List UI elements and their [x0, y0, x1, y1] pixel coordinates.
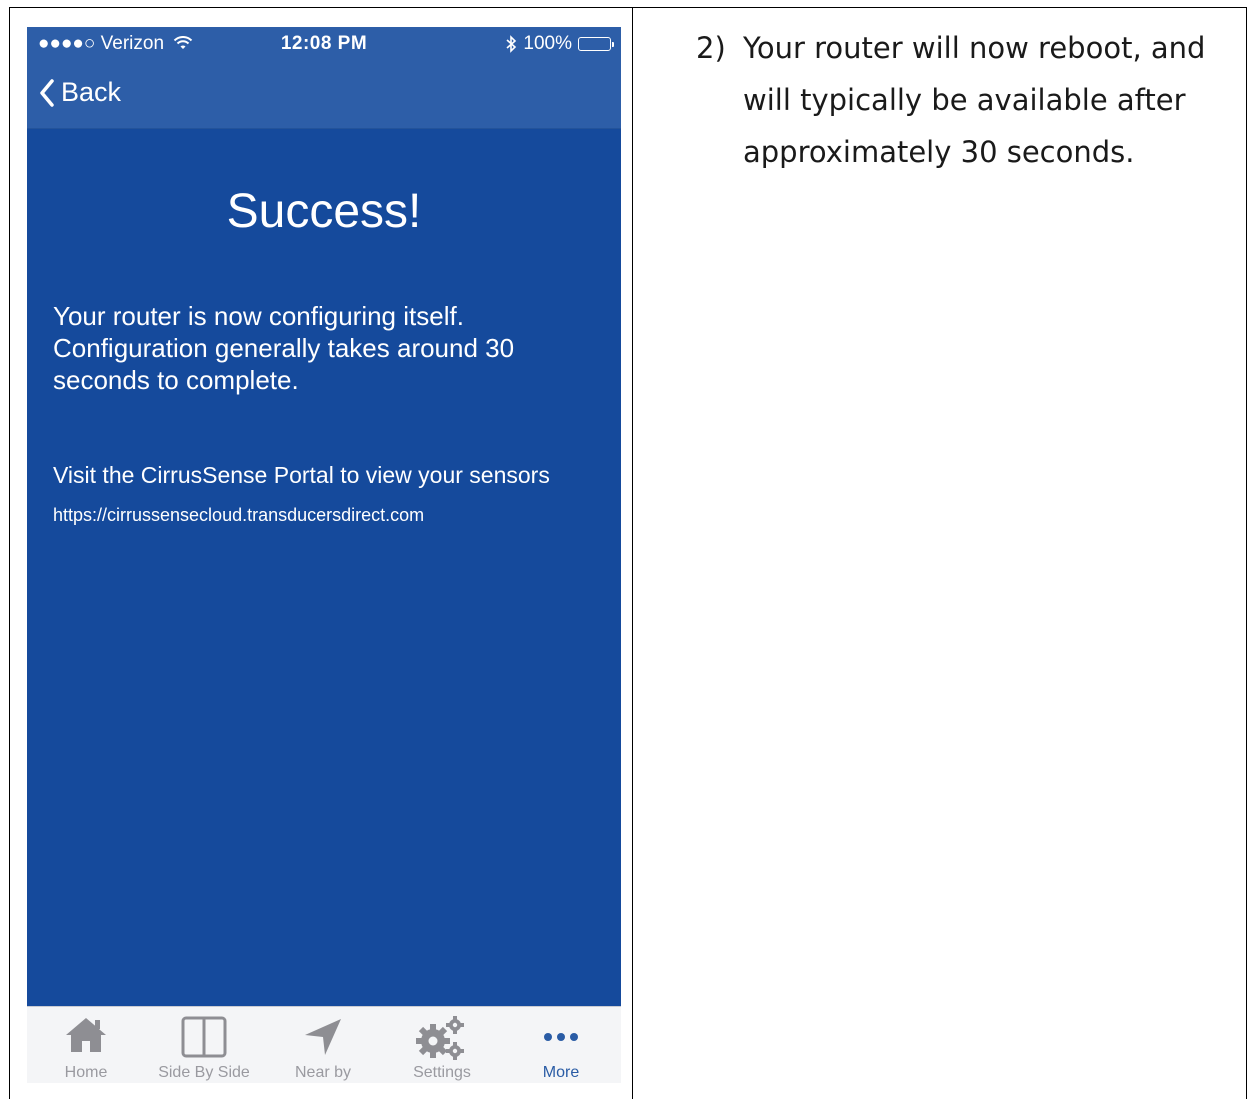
- location-arrow-icon: [305, 1019, 341, 1055]
- page-title: Success!: [226, 185, 422, 238]
- tab-side-by-side[interactable]: Side By Side: [145, 1007, 263, 1083]
- step-number: 2): [696, 31, 726, 65]
- navigation-bar: ●●●●○ Verizon 12:08 PM 100% Back: [27, 27, 621, 129]
- bluetooth-icon: [506, 35, 517, 53]
- back-label: Back: [61, 77, 122, 107]
- table-border-top: [9, 7, 1247, 8]
- side-by-side-icon: [181, 1016, 227, 1058]
- tab-settings[interactable]: Settings: [383, 1007, 501, 1083]
- portal-prompt: Visit the CirrusSense Portal to view you…: [53, 462, 550, 488]
- battery-percent: 100%: [523, 33, 572, 54]
- tab-near-by[interactable]: Near by: [264, 1007, 382, 1083]
- gears-icon: [416, 1016, 464, 1060]
- status-message: Your router is now configuring itself. C…: [53, 301, 515, 395]
- tab-more[interactable]: More: [502, 1007, 620, 1083]
- tab-home[interactable]: Home: [27, 1007, 145, 1083]
- more-dots-icon: [544, 1033, 578, 1041]
- tab-bar: Home Side By Side Near by Settings More: [27, 1006, 621, 1083]
- table-border-middle: [632, 7, 633, 1099]
- status-bar: ●●●●○ Verizon 12:08 PM 100%: [27, 27, 621, 61]
- tab-more-label: More: [542, 1064, 580, 1081]
- status-right: 100%: [505, 33, 614, 55]
- home-icon: [66, 1018, 106, 1052]
- table-border-right: [1246, 7, 1247, 1099]
- back-button[interactable]: Back: [39, 77, 121, 108]
- tab-home-label: Home: [64, 1064, 108, 1081]
- table-border-left: [9, 7, 10, 1099]
- phone-screenshot: ●●●●○ Verizon 12:08 PM 100% Back Success…: [27, 27, 621, 1083]
- step-text: Your router will now reboot, and will ty…: [743, 31, 1206, 169]
- portal-link[interactable]: https://cirrussensecloud.transducersdire…: [53, 505, 424, 526]
- chevron-left-icon: [40, 78, 54, 107]
- tab-near-by-label: Near by: [294, 1064, 352, 1081]
- battery-icon: [578, 37, 614, 51]
- tab-settings-label: Settings: [413, 1064, 471, 1081]
- tab-side-by-side-label: Side By Side: [158, 1064, 250, 1081]
